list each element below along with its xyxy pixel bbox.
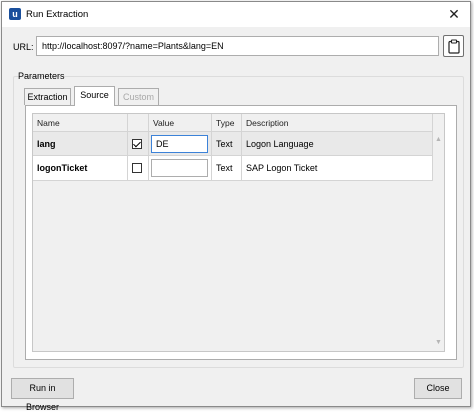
url-label: URL: (13, 42, 34, 52)
param-check-cell (128, 132, 149, 156)
table-row[interactable]: logonTicket Text SAP Logon Ticket (33, 156, 433, 181)
column-header-description[interactable]: Description (242, 114, 433, 132)
column-header-type[interactable]: Type (212, 114, 242, 132)
param-value-cell (149, 156, 212, 181)
app-icon: u (9, 8, 21, 20)
run-in-browser-button[interactable]: Run in Browser (11, 378, 74, 412)
param-check-cell (128, 156, 149, 181)
column-header-check[interactable] (128, 114, 149, 132)
param-name: logonTicket (33, 156, 128, 181)
param-type: Text (212, 156, 242, 181)
parameters-legend: Parameters (18, 71, 65, 81)
title-bar: u Run Extraction ✕ (2, 2, 470, 27)
param-checkbox[interactable] (132, 163, 142, 173)
close-button[interactable]: Close (414, 378, 462, 399)
close-icon[interactable]: ✕ (444, 5, 464, 23)
param-description: SAP Logon Ticket (242, 156, 433, 181)
table-row[interactable]: lang DE Text Logon Language (33, 132, 433, 156)
parameters-grid: Name Value Type Description lang DE Text… (32, 113, 445, 352)
param-name: lang (33, 132, 128, 156)
url-field[interactable]: http://localhost:8097/?name=Plants&lang=… (36, 36, 439, 56)
tab-extraction[interactable]: Extraction (24, 88, 71, 105)
column-header-value[interactable]: Value (149, 114, 212, 132)
grid-header: Name Value Type Description (33, 114, 433, 132)
param-value-cell: DE (149, 132, 212, 156)
clipboard-icon (448, 39, 460, 54)
copy-url-button[interactable] (443, 35, 464, 57)
scroll-up-icon[interactable]: ▲ (433, 134, 444, 145)
tab-custom: Custom (118, 88, 159, 105)
param-description: Logon Language (242, 132, 433, 156)
window-title: Run Extraction (26, 9, 89, 20)
param-type: Text (212, 132, 242, 156)
grid-vertical-scrollbar[interactable]: ▲ ▼ (433, 114, 444, 351)
column-header-name[interactable]: Name (33, 114, 128, 132)
scroll-down-icon[interactable]: ▼ (433, 337, 444, 348)
tab-source[interactable]: Source (74, 86, 115, 106)
param-checkbox[interactable] (132, 139, 142, 149)
param-value-input[interactable]: DE (151, 135, 208, 153)
param-value-input[interactable] (151, 159, 208, 177)
run-extraction-dialog: u Run Extraction ✕ URL: http://localhost… (1, 1, 471, 412)
